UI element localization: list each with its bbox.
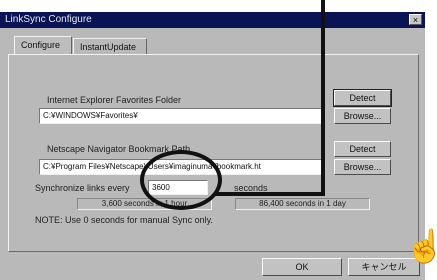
title-bar: LinkSync Configure × <box>0 12 425 28</box>
ie-detect-button[interactable]: Detect <box>333 89 392 107</box>
highlight-circle <box>140 150 222 210</box>
callout-line-horizontal <box>214 192 325 196</box>
window-title: LinkSync Configure <box>5 14 92 25</box>
ie-folder-field[interactable]: C:¥WINDOWS¥Favorites¥ <box>39 108 324 124</box>
tab-configure[interactable]: Configure <box>14 36 72 55</box>
pointing-hand-icon: ☝ <box>405 228 437 264</box>
manual-sync-note: NOTE: Use 0 seconds for manual Sync only… <box>35 215 213 225</box>
netscape-detect-button[interactable]: Detect <box>334 141 391 157</box>
close-button[interactable]: × <box>409 14 422 25</box>
ie-browse-button[interactable]: Browse... <box>334 108 391 124</box>
day-hint: 86,400 seconds in 1 day <box>235 198 370 210</box>
ok-button[interactable]: OK <box>262 258 342 276</box>
callout-line-vertical <box>321 0 325 195</box>
ie-folder-label: Internet Explorer Favorites Folder <box>47 95 182 105</box>
config-window: LinkSync Configure × Configure InstantUp… <box>0 12 425 280</box>
tab-instant-update[interactable]: InstantUpdate <box>73 38 147 55</box>
configure-panel: Internet Explorer Favorites Folder C:¥WI… <box>8 54 419 252</box>
netscape-browse-button[interactable]: Browse... <box>334 159 391 175</box>
sync-interval-label: Synchronize links every <box>35 183 130 193</box>
